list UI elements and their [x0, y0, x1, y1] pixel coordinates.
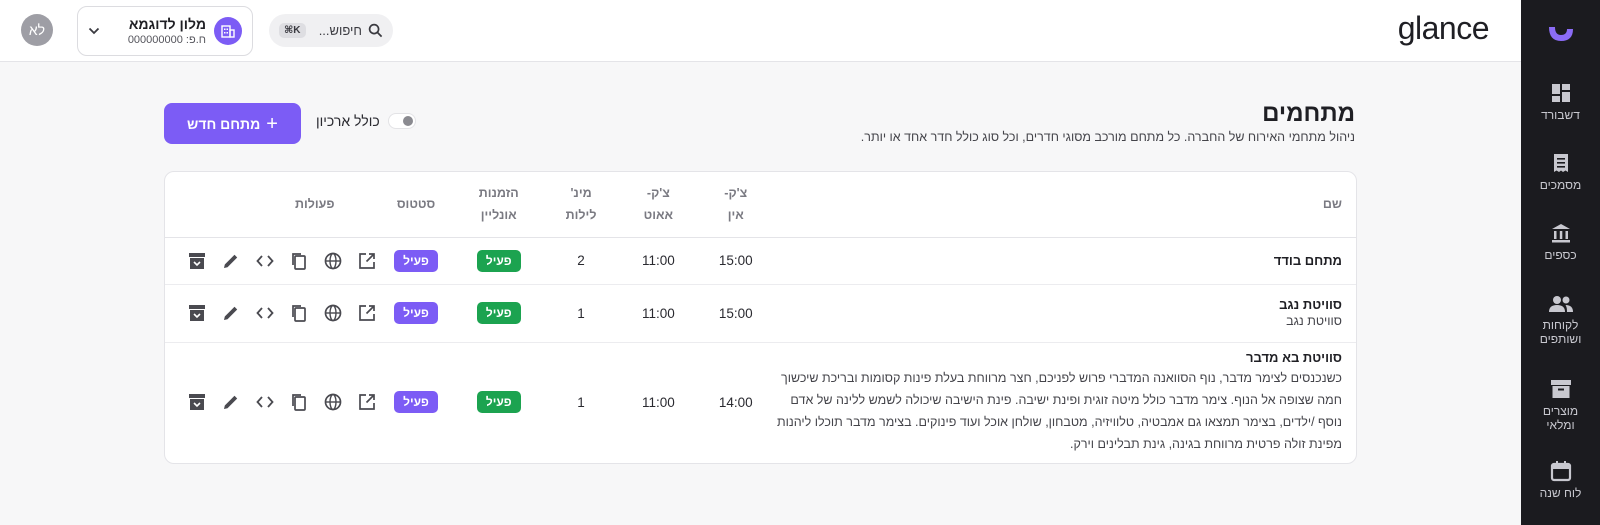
include-archive-toggle[interactable]: כולל ארכיון	[316, 113, 416, 129]
copy-icon[interactable]	[289, 251, 309, 271]
status-badge: פעיל	[394, 302, 438, 324]
sidebar-item-products[interactable]: מוצרים ומלאי	[1521, 362, 1600, 446]
search-placeholder: חיפוש...	[318, 23, 362, 38]
table-row[interactable]: מתחם בודד 15:00 11:00 2 פעיל פעיל	[165, 237, 1356, 285]
row-actions	[165, 251, 377, 271]
properties-table-card: שם צ'ק- אין צ'ק- אאוט מינ' לילות הזמנות אונל…	[164, 171, 1357, 464]
col-header-status[interactable]: סטטוס	[377, 172, 456, 238]
col-header-min-nights[interactable]: מינ' לילות	[542, 172, 620, 238]
app-logo-icon[interactable]	[1521, 0, 1600, 66]
row-checkin: 15:00	[697, 284, 775, 343]
globe-icon[interactable]	[323, 303, 343, 323]
row-min-nights: 2	[542, 237, 620, 285]
sidebar-item-customers[interactable]: לקוחות ושותפים	[1521, 278, 1600, 362]
row-name[interactable]: מתחם בודד	[774, 253, 1342, 268]
properties-table: שם צ'ק- אין צ'ק- אאוט מינ' לילות הזמנות אונל…	[165, 172, 1356, 462]
row-name[interactable]: סוויטת נגב	[774, 297, 1342, 312]
sidebar-item-documents[interactable]: מסמכים	[1521, 138, 1600, 208]
code-icon[interactable]	[255, 392, 275, 412]
edit-icon[interactable]	[221, 251, 241, 271]
status-badge: פעיל	[394, 249, 438, 272]
edit-icon[interactable]	[221, 303, 241, 323]
col-header-online-booking[interactable]: הזמנות אונליין	[455, 172, 543, 238]
top-header: glance חיפוש... ⌘K מלון לדוגמא ח.פ: 0000…	[0, 0, 1521, 62]
copy-icon[interactable]	[289, 392, 309, 412]
col-header-name[interactable]: שם	[774, 172, 1356, 238]
code-icon[interactable]	[255, 251, 275, 271]
receipt-icon	[1553, 154, 1568, 172]
row-checkout: 11:00	[641, 394, 675, 410]
archive-icon[interactable]	[187, 392, 207, 412]
chevron-down-icon	[88, 27, 100, 35]
open-external-icon[interactable]	[357, 303, 377, 323]
row-description: סוויטת נגב	[1286, 313, 1342, 328]
col-header-checkin[interactable]: צ'ק- אין	[697, 172, 775, 238]
archive-switch[interactable]	[387, 113, 416, 129]
col-header-checkout[interactable]: צ'ק- אאוט	[619, 172, 698, 238]
open-external-icon[interactable]	[357, 251, 377, 271]
page-description: ניהול מתחמי האירוח של החברה. כל מתחם מור…	[860, 130, 1355, 144]
row-checkout: 11:00	[619, 237, 698, 285]
row-actions	[165, 392, 377, 412]
sidebar-item-label: לוח שנה	[1539, 486, 1582, 500]
sidebar: דשבורד מסמכים כספים לקוחות ושותפים מוצרי…	[1521, 0, 1600, 525]
sidebar-item-dashboard[interactable]: דשבורד	[1521, 66, 1600, 138]
online-badge: פעיל	[476, 249, 521, 272]
plus-icon: +	[266, 112, 278, 135]
globe-icon[interactable]	[323, 392, 343, 412]
avatar[interactable]: לא	[21, 14, 53, 46]
sidebar-item-label: מוצרים ומלאי	[1542, 404, 1579, 432]
table-header-row: שם צ'ק- אין צ'ק- אאוט מינ' לילות הזמנות אונל…	[165, 172, 1356, 238]
archive-toggle-label: כולל ארכיון	[316, 113, 380, 129]
row-name[interactable]: סוויטת בא מדבר	[774, 350, 1342, 365]
search-box[interactable]: חיפוש... ⌘K	[269, 14, 393, 47]
new-property-label: מתחם חדש	[187, 115, 261, 132]
sidebar-item-label: כספים	[1544, 248, 1577, 262]
row-actions	[165, 303, 377, 323]
row-min-nights: 1	[577, 394, 585, 410]
online-badge: פעיל	[476, 391, 521, 414]
archive-icon[interactable]	[187, 251, 207, 271]
globe-icon[interactable]	[323, 251, 343, 271]
new-property-button[interactable]: + מתחם חדש	[164, 103, 301, 144]
sidebar-item-label: מסמכים	[1539, 178, 1582, 192]
status-badge: פעיל	[394, 391, 438, 414]
row-checkin: 15:00	[697, 237, 775, 285]
open-external-icon[interactable]	[357, 392, 377, 412]
hotel-id: ח.פ: 000000000	[127, 33, 206, 46]
row-checkout: 11:00	[619, 284, 698, 343]
search-icon	[368, 23, 383, 38]
table-row[interactable]: סוויטת בא מדבר כשנכנסים לצימר מדבר, נוף …	[165, 342, 1356, 462]
calendar-icon	[1550, 461, 1571, 482]
table-row[interactable]: סוויטת נגב סוויטת נגב 15:00 11:00 1 פעיל…	[165, 284, 1356, 343]
dashboard-icon	[1551, 84, 1570, 102]
row-min-nights: 1	[542, 284, 620, 343]
sidebar-item-finance[interactable]: כספים	[1521, 208, 1600, 278]
online-badge: פעיל	[476, 302, 521, 324]
brand-logo[interactable]: glance	[1398, 10, 1490, 47]
code-icon[interactable]	[255, 303, 275, 323]
archive-icon[interactable]	[187, 303, 207, 323]
edit-icon[interactable]	[221, 392, 241, 412]
page-title: מתחמים	[1262, 100, 1355, 127]
inventory-icon	[1550, 380, 1571, 398]
people-icon	[1548, 296, 1573, 312]
sidebar-item-label: דשבורד	[1541, 108, 1580, 122]
copy-icon[interactable]	[289, 303, 309, 323]
row-checkin: 14:00	[718, 394, 753, 410]
sidebar-item-label: לקוחות ושותפים	[1539, 318, 1582, 346]
col-header-actions: פעולות	[165, 172, 378, 238]
sidebar-item-calendar[interactable]: לוח שנה	[1521, 446, 1600, 516]
search-shortcut-badge: ⌘K	[279, 23, 306, 38]
hotel-selector[interactable]: מלון לדוגמא ח.פ: 000000000	[77, 6, 253, 56]
bank-icon	[1551, 224, 1570, 243]
row-description: כשנכנסים לצימר מדבר, נוף הסוואנה המדברי …	[776, 370, 1342, 451]
building-icon	[214, 17, 242, 45]
hotel-name: מלון לדוגמא	[128, 15, 206, 32]
